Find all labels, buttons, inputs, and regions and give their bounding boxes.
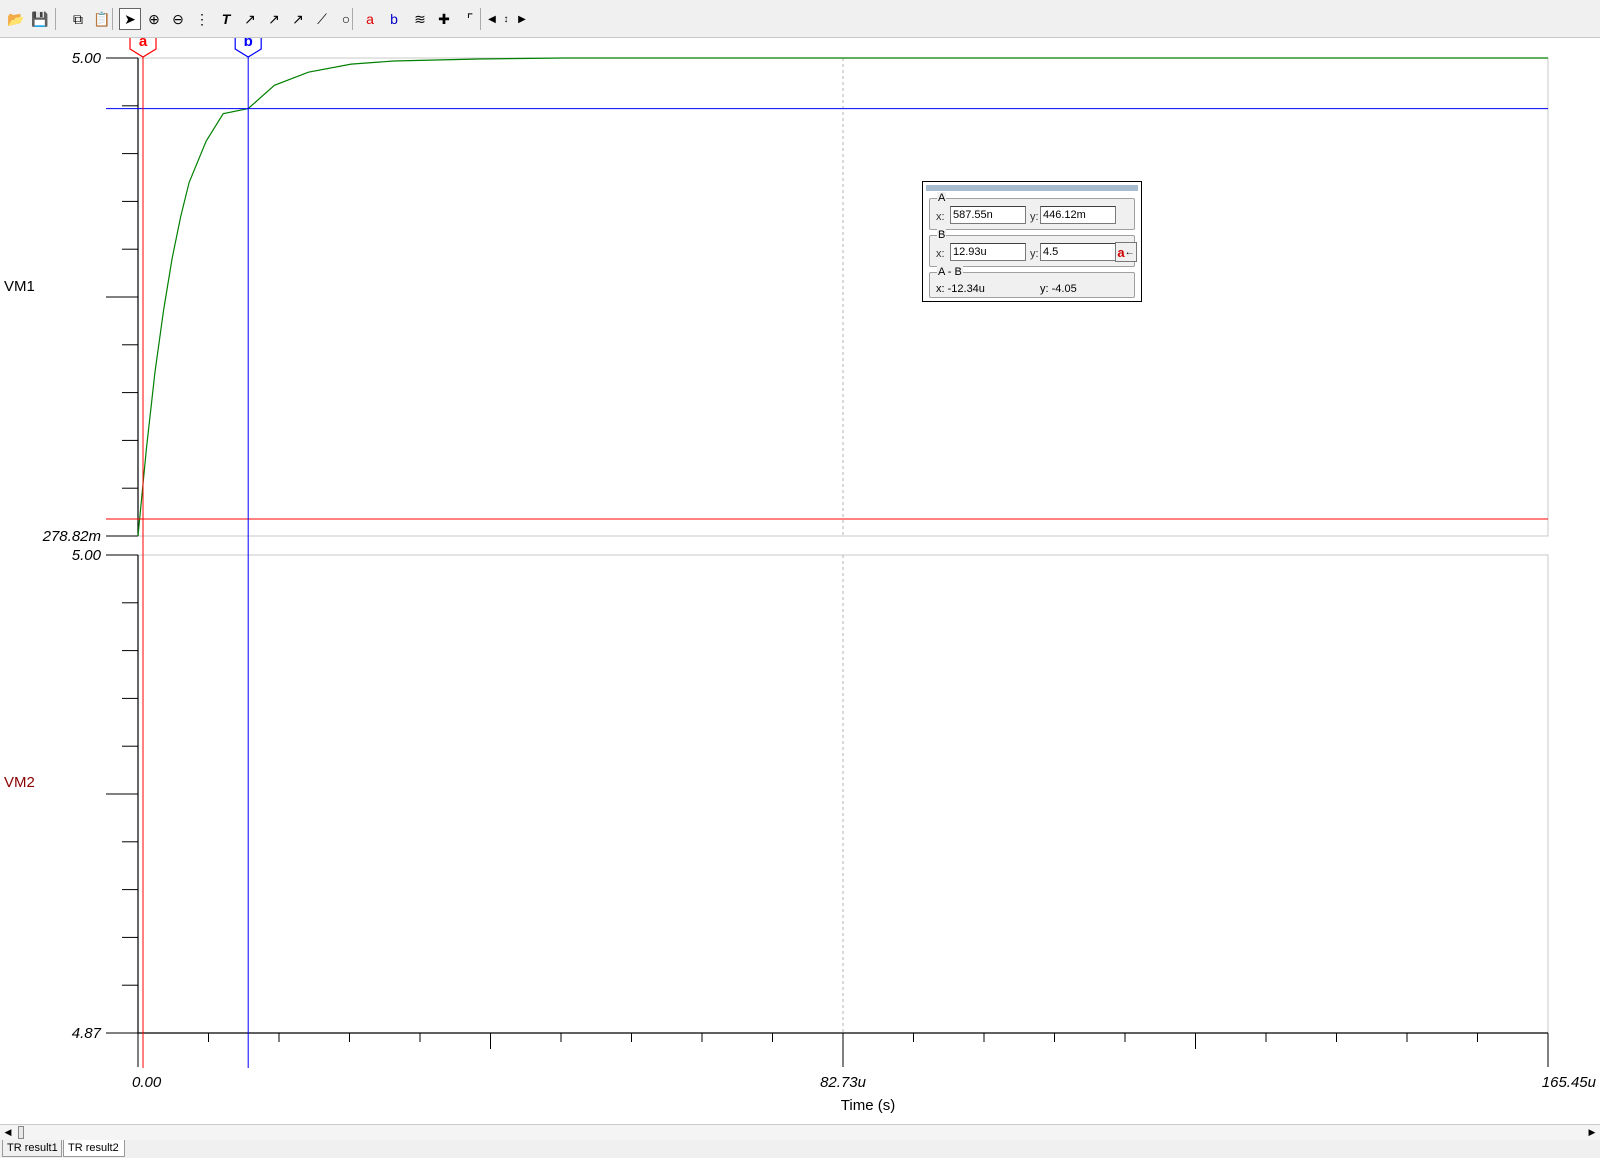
cursor-diff-x: x: -12.34u	[936, 283, 985, 295]
cursor-b-y-label: y:	[1030, 248, 1039, 260]
cursor-b-icon[interactable]: b	[383, 8, 405, 30]
cursor-a-y-label: y:	[1030, 211, 1039, 223]
cursor-a-title: A	[937, 192, 947, 204]
assign-cursor-a-button[interactable]: a ←	[1115, 242, 1137, 262]
cursor-window-titlebar[interactable]	[926, 185, 1138, 191]
y-tick-label: 5.00	[72, 547, 102, 564]
tab-tr-result1[interactable]: TR result1	[2, 1140, 62, 1157]
zoom-out-icon[interactable]: ⊖	[167, 8, 189, 30]
toolbar-separator	[480, 8, 481, 30]
scroll-right-icon[interactable]: ▶	[1584, 1125, 1600, 1140]
cursor-a-x-field[interactable]: 587.55n	[950, 206, 1026, 224]
cursor-b-y-field[interactable]: 4.5	[1040, 243, 1116, 261]
plot-area[interactable]: a b 5.00 278.82m VM1 5.00 4.87 VM2 0.00 82.73u 16…	[0, 38, 1600, 1124]
add-curve-icon[interactable]: ≋	[409, 8, 431, 30]
cursor-b-x-field[interactable]: 12.93u	[950, 243, 1026, 261]
circle-icon[interactable]: ○	[335, 8, 357, 30]
arrow-left-icon: ←	[1124, 246, 1135, 258]
cursor-b-x-label: x:	[936, 248, 945, 260]
cursor-a-group: A x: 587.55n y: 446.12m	[929, 192, 1135, 230]
toolbar-separator	[55, 8, 56, 30]
channel-label-vm2[interactable]: VM2	[4, 774, 35, 791]
x-tick-label: 82.73u	[820, 1074, 867, 1091]
x-axis-label: Time (s)	[841, 1097, 895, 1114]
wire-icon[interactable]: ⌜	[459, 8, 481, 30]
toolbar-separator	[112, 8, 113, 30]
cursor-a-x-label: x:	[936, 211, 945, 223]
cursor-b-handle-label: b	[244, 38, 253, 50]
cursor-a-y-field[interactable]: 446.12m	[1040, 206, 1116, 224]
x-tick-label: 0.00	[132, 1074, 162, 1091]
cursor-a-glyph: a	[1117, 244, 1125, 260]
cursor-b-title: B	[937, 229, 947, 241]
cursor-diff-y: y: -4.05	[1040, 283, 1077, 295]
copy-icon[interactable]: ⧉	[67, 8, 89, 30]
arrow-up-down-icon[interactable]: ↕	[499, 8, 513, 30]
save-icon[interactable]: 💾	[29, 8, 51, 30]
arrow-right-icon[interactable]: ▶	[515, 8, 529, 30]
y-tick-label: 4.87	[72, 1025, 102, 1042]
cursor-b-group: B x: 12.93u y: 4.5 a ←	[929, 229, 1137, 267]
paste-icon[interactable]: 📋	[91, 8, 113, 30]
annotate-formula-icon[interactable]: ↗	[287, 8, 309, 30]
plot-background	[0, 38, 1600, 1124]
y-tick-label: 5.00	[72, 50, 102, 67]
grid-icon[interactable]: ⋮	[191, 8, 213, 30]
x-tick-label: 165.45u	[1542, 1074, 1597, 1091]
text-icon[interactable]: T	[215, 8, 237, 30]
line-icon[interactable]: ⟋	[311, 8, 333, 30]
channel-label-vm1[interactable]: VM1	[4, 278, 35, 295]
y-tick-label: 278.82m	[42, 528, 101, 545]
annotate-label-icon[interactable]: ↗	[263, 8, 285, 30]
cursor-diff-group: A - B x: -12.34u y: -4.05	[929, 266, 1135, 298]
arrow-left-icon[interactable]: ◀	[485, 8, 499, 30]
scrollbar-thumb[interactable]	[18, 1126, 24, 1139]
cursor-a-icon[interactable]: a	[359, 8, 381, 30]
annotate-curve-icon[interactable]: ↗	[239, 8, 261, 30]
result-tabs: TR result1 TR result2	[0, 1140, 1600, 1158]
horizontal-scrollbar[interactable]: ◀ ▶	[0, 1124, 1600, 1140]
zoom-in-icon[interactable]: ⊕	[143, 8, 165, 30]
tab-tr-result2[interactable]: TR result2	[63, 1140, 125, 1157]
cursor-window[interactable]: A x: 587.55n y: 446.12m B x: 12.93u y: 4…	[922, 181, 1142, 302]
pointer-icon[interactable]: ➤	[119, 8, 141, 30]
cursor-a-handle-label: a	[139, 38, 148, 50]
toolbar-separator	[352, 8, 353, 30]
cursor-diff-title: A - B	[937, 266, 963, 278]
scroll-left-icon[interactable]: ◀	[0, 1125, 16, 1140]
toolbar: 📂 💾 ⧉ 📋 ➤ ⊕ ⊖ ⋮ T ↗ ↗ ↗ ⟋ ○ a b ≋ ✚ ⌜ ◀ ↕ ▶	[0, 0, 1600, 38]
open-icon[interactable]: 📂	[5, 8, 27, 30]
probe-icon[interactable]: ✚	[433, 8, 455, 30]
